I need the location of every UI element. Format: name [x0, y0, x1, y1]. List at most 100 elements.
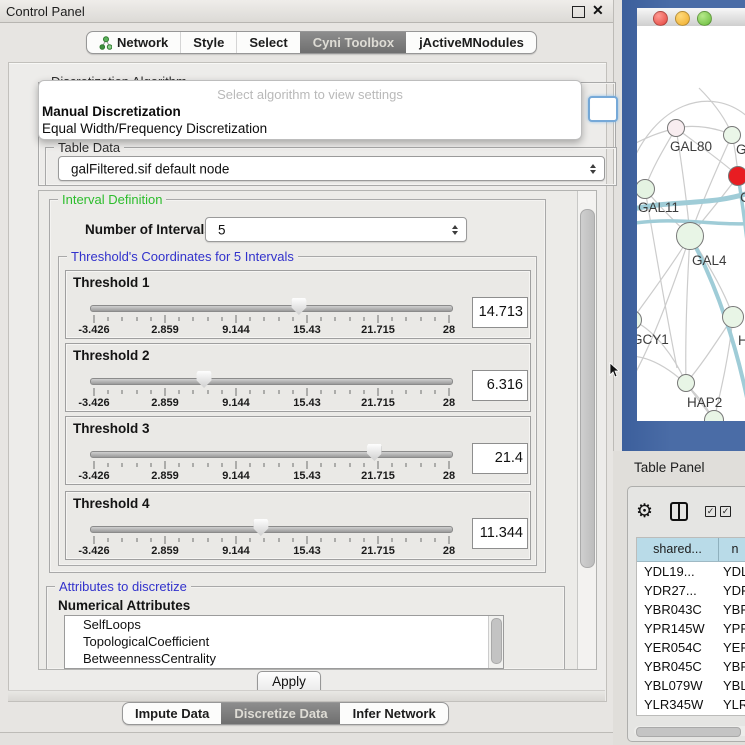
- network-node[interactable]: [677, 374, 695, 392]
- slider-thumb[interactable]: [253, 519, 268, 536]
- tab-label: Style: [193, 35, 224, 50]
- slider-track[interactable]: [90, 526, 453, 533]
- slider-track[interactable]: [90, 305, 453, 312]
- close-icon[interactable]: ✕: [592, 2, 604, 19]
- table-cell[interactable]: YER0: [719, 638, 745, 657]
- tab-select[interactable]: Select: [236, 32, 299, 53]
- threshold-slider[interactable]: -3.4262.8599.14415.4321.71528: [94, 295, 449, 335]
- gear-icon[interactable]: ⚙: [636, 502, 653, 521]
- numerical-attributes-list[interactable]: SelfLoopsTopologicalCoefficientBetweenne…: [64, 615, 504, 669]
- horizontal-scrollbar[interactable]: [634, 726, 745, 736]
- table-cell[interactable]: YPR145W: [637, 619, 719, 638]
- table-cell[interactable]: YER054C: [637, 638, 719, 657]
- table-row[interactable]: YBR043CYBR0: [637, 600, 745, 619]
- minimize-traffic-light-icon[interactable]: [675, 11, 690, 26]
- tab-discretize-data[interactable]: Discretize Data: [221, 703, 339, 724]
- zoom-traffic-light-icon[interactable]: [697, 11, 712, 26]
- slider-thumb[interactable]: [291, 298, 306, 315]
- group-title: Table Data: [54, 140, 124, 155]
- table-header: shared... n: [637, 538, 745, 562]
- table-cell[interactable]: YBR043C: [637, 600, 719, 619]
- tab-label: Impute Data: [135, 706, 209, 721]
- threshold-value-field[interactable]: 14.713: [472, 297, 528, 328]
- node-table[interactable]: shared... n YDL19...YDL1YDR27...YDR2YBR0…: [636, 537, 745, 716]
- table-cell[interactable]: YPR1: [719, 619, 745, 638]
- table-cell[interactable]: YDL19...: [637, 562, 719, 581]
- table-data-group: Table Data galFiltered.sif default node: [45, 147, 617, 186]
- table-cell[interactable]: YBR045C: [637, 657, 719, 676]
- list-item[interactable]: TopologicalCoefficient: [65, 633, 503, 650]
- threshold-panel: Threshold 2 -3.4262.8599.14415.4321.7152…: [65, 343, 531, 412]
- slider-track[interactable]: [90, 378, 453, 385]
- table-row[interactable]: YDR27...YDR2: [637, 581, 745, 600]
- float-window-icon[interactable]: [572, 6, 585, 18]
- node-label: GAL80: [670, 139, 712, 154]
- table-cell[interactable]: YBR0: [719, 600, 745, 619]
- node-label: GAL4: [692, 253, 727, 268]
- vertical-scrollbar[interactable]: [577, 191, 596, 669]
- slider-tick-labels: -3.4262.8599.14415.4321.71528: [94, 324, 449, 336]
- dropdown-item-equal-width[interactable]: Equal Width/Frequency Discretization: [42, 121, 267, 136]
- network-node[interactable]: [667, 119, 685, 137]
- tab-label: Network: [117, 35, 168, 50]
- threshold-value-field[interactable]: 6.316: [472, 370, 528, 401]
- algorithm-combobox[interactable]: [588, 96, 618, 122]
- list-scrollbar[interactable]: [488, 616, 503, 668]
- tab-jactivemnodules[interactable]: jActiveMNodules: [406, 32, 536, 53]
- tab-cyni-toolbox[interactable]: Cyni Toolbox: [300, 32, 406, 53]
- column-header[interactable]: shared...: [637, 538, 719, 561]
- slider-thumb[interactable]: [197, 371, 212, 388]
- table-cell[interactable]: YIL052C: [637, 714, 719, 716]
- table-cell[interactable]: YDR2: [719, 581, 745, 600]
- table-cell[interactable]: YBL079W: [637, 676, 719, 695]
- table-row[interactable]: YIL052CYIL0: [637, 714, 745, 716]
- split-columns-icon[interactable]: [670, 502, 688, 521]
- checkbox-icon[interactable]: ✓: [705, 506, 716, 517]
- node-label: C: [740, 190, 745, 205]
- tab-infer-network[interactable]: Infer Network: [340, 703, 448, 724]
- threshold-value-field[interactable]: 21.4: [472, 443, 528, 474]
- list-item[interactable]: BetweennessCentrality: [65, 650, 503, 667]
- tab-label: Cyni Toolbox: [313, 35, 394, 50]
- threshold-slider[interactable]: -3.4262.8599.14415.4321.71528: [94, 368, 449, 408]
- num-intervals-combobox[interactable]: 5: [205, 217, 467, 242]
- checkbox-icon[interactable]: ✓: [720, 506, 731, 517]
- group-title: Attributes to discretize: [55, 579, 191, 594]
- slider-ticks: [94, 461, 449, 469]
- table-row[interactable]: YLR345WYLR3: [637, 695, 745, 714]
- scrollbar-thumb[interactable]: [580, 209, 595, 568]
- slider-track[interactable]: [90, 451, 453, 458]
- slider-tick-labels: -3.4262.8599.14415.4321.71528: [94, 397, 449, 409]
- table-cell[interactable]: YDL1: [719, 562, 745, 581]
- table-row[interactable]: YBL079WYBL0: [637, 676, 745, 695]
- dropdown-item-manual-discretization[interactable]: Manual Discretization: [42, 104, 181, 119]
- table-row[interactable]: YER054CYER0: [637, 638, 745, 657]
- column-header[interactable]: n: [719, 538, 745, 561]
- threshold-value-field[interactable]: 11.344: [472, 518, 528, 549]
- network-node[interactable]: [728, 166, 745, 186]
- table-cell[interactable]: YIL0: [719, 714, 745, 716]
- list-item[interactable]: SelfLoops: [65, 616, 503, 633]
- close-traffic-light-icon[interactable]: [653, 11, 668, 26]
- tab-impute-data[interactable]: Impute Data: [123, 703, 221, 724]
- table-cell[interactable]: YDR27...: [637, 581, 719, 600]
- tab-style[interactable]: Style: [180, 32, 236, 53]
- table-row[interactable]: YBR045CYBR0: [637, 657, 745, 676]
- table-row[interactable]: YDL19...YDL1: [637, 562, 745, 581]
- table-panel-title: Table Panel: [634, 460, 705, 475]
- table-cell[interactable]: YLR3: [719, 695, 745, 714]
- slider-thumb[interactable]: [367, 444, 382, 461]
- network-canvas[interactable]: GAL80GACGAL11GAL4GCY1HHAP2: [637, 26, 745, 421]
- table-cell[interactable]: YBR0: [719, 657, 745, 676]
- network-node[interactable]: [722, 306, 744, 328]
- scrollbar-thumb[interactable]: [636, 727, 741, 737]
- threshold-slider[interactable]: -3.4262.8599.14415.4321.71528: [94, 516, 449, 556]
- threshold-slider[interactable]: -3.4262.8599.14415.4321.71528: [94, 441, 449, 481]
- table-cell[interactable]: YBL0: [719, 676, 745, 695]
- table-cell[interactable]: YLR345W: [637, 695, 719, 714]
- combobox-value: 5: [218, 222, 226, 237]
- network-node[interactable]: [676, 222, 704, 250]
- tab-network[interactable]: Network: [87, 32, 180, 53]
- table-row[interactable]: YPR145WYPR1: [637, 619, 745, 638]
- table-data-combobox[interactable]: galFiltered.sif default node: [58, 156, 605, 181]
